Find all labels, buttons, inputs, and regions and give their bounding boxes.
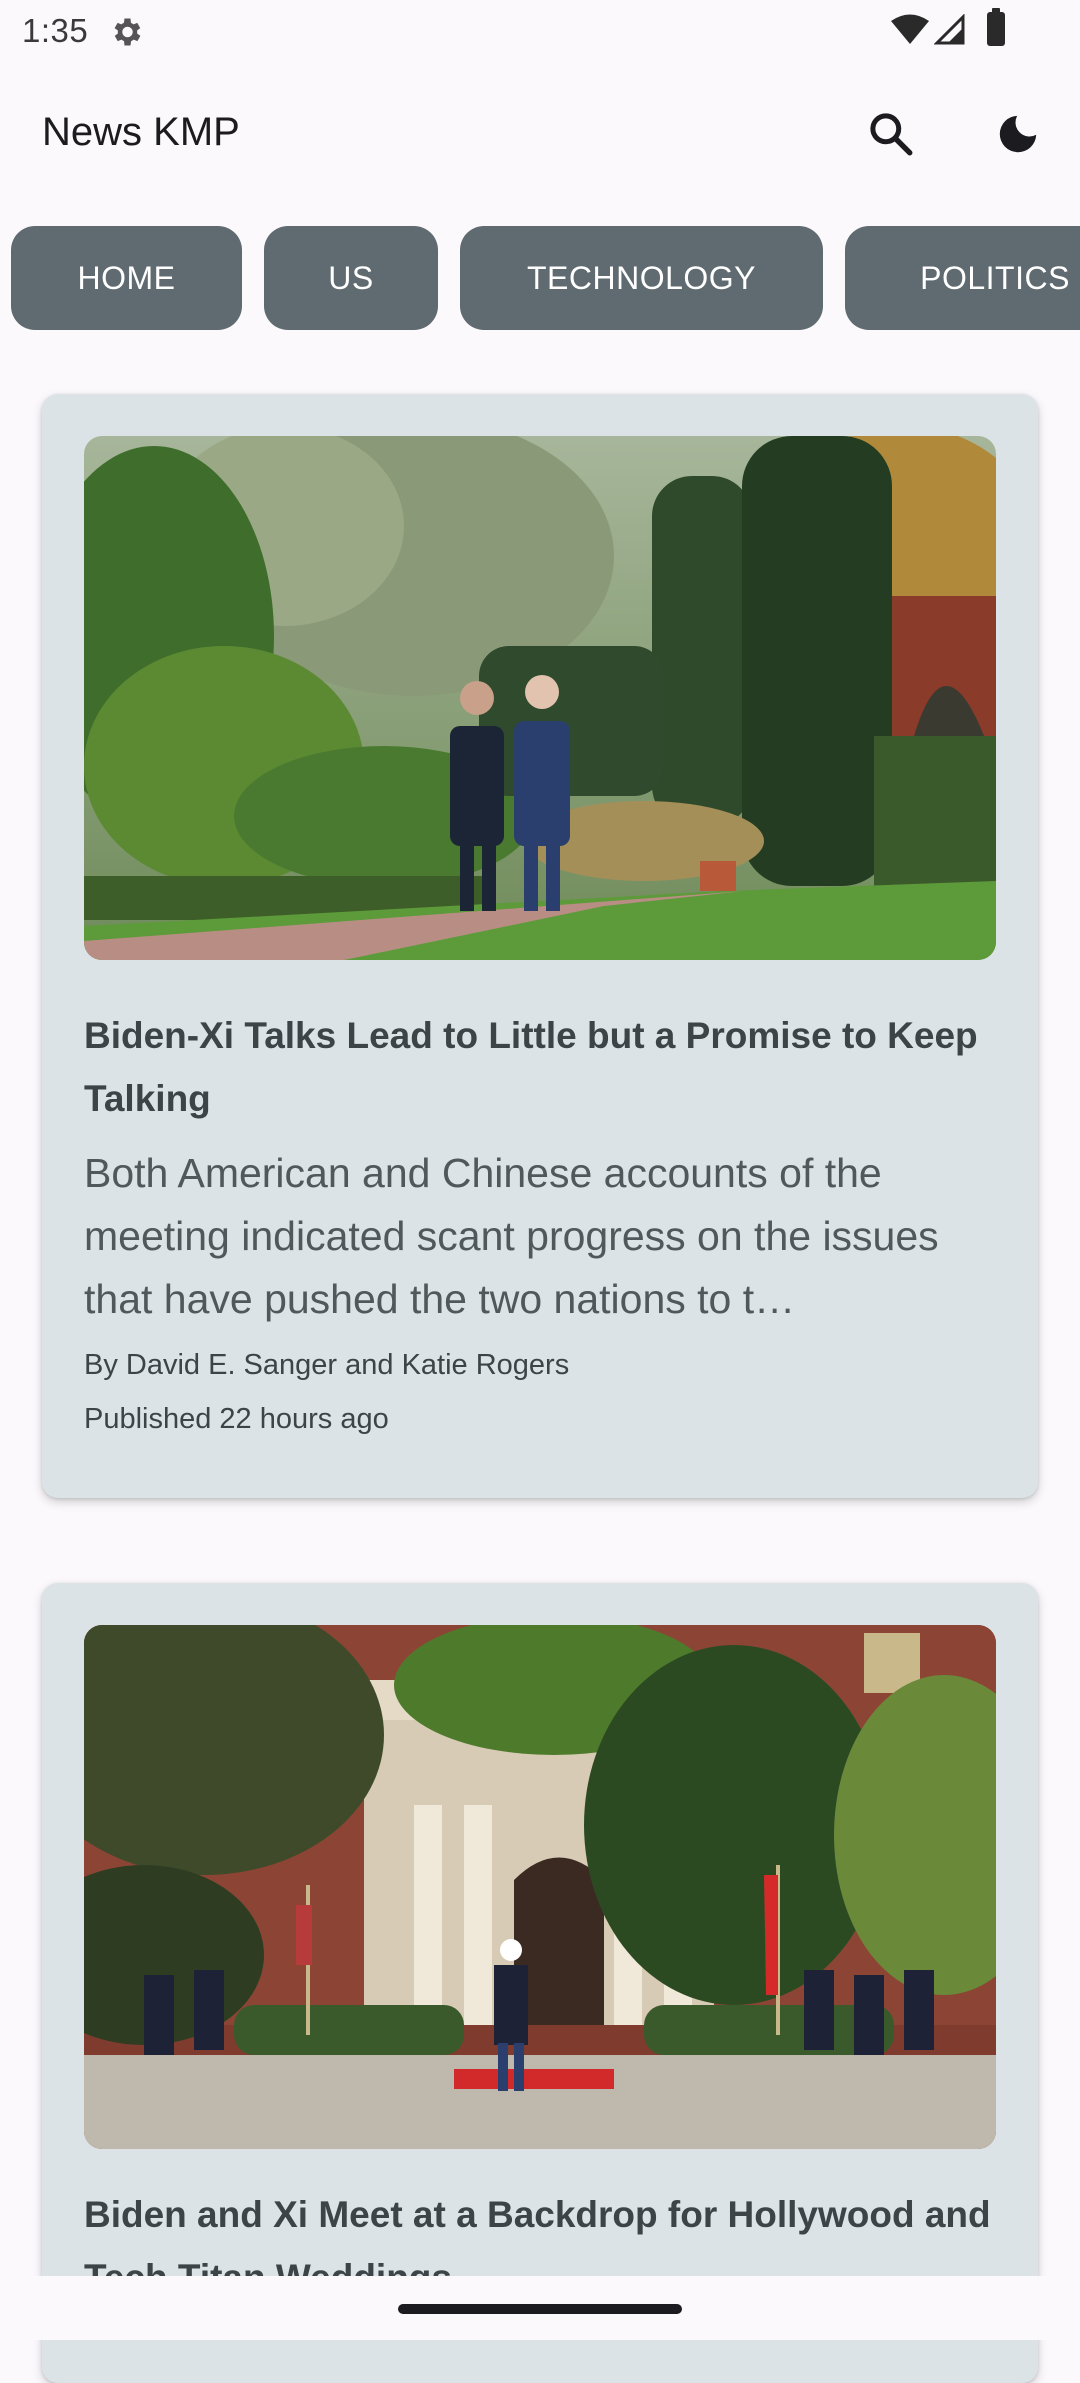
system-navigation-bar xyxy=(0,2276,1080,2340)
article-image xyxy=(84,436,996,960)
status-time: 1:35 xyxy=(22,12,89,49)
search-button[interactable] xyxy=(855,98,927,170)
tab-us[interactable]: US xyxy=(264,226,438,330)
tab-politics[interactable]: POLITICS xyxy=(845,226,1080,330)
home-indicator[interactable] xyxy=(398,2304,682,2314)
top-app-bar: News KMP xyxy=(0,66,1080,206)
article-summary: Both American and Chinese accounts of th… xyxy=(84,1150,939,1322)
category-tabs: HOME US TECHNOLOGY POLITICS xyxy=(0,226,1080,330)
settings-gear-icon xyxy=(114,18,141,46)
article-byline: By David E. Sanger and Katie Rogers xyxy=(84,1349,570,1381)
article-headline: Biden-Xi Talks Lead to Little but a Prom… xyxy=(84,1015,978,1119)
tab-home[interactable]: HOME xyxy=(11,226,242,330)
article-card[interactable]: Biden-Xi Talks Lead to Little but a Prom… xyxy=(42,394,1038,1498)
theme-toggle-button[interactable] xyxy=(982,98,1054,170)
tab-label: HOME xyxy=(77,259,176,296)
battery-icon xyxy=(987,8,1005,46)
search-icon xyxy=(870,113,913,156)
tab-label: US xyxy=(328,259,374,296)
cell-signal-icon xyxy=(934,14,965,45)
wifi-icon xyxy=(891,14,929,44)
article-published-time: Published 22 hours ago xyxy=(84,1403,389,1435)
article-image xyxy=(84,1625,996,2149)
article-card[interactable]: Biden and Xi Meet at a Backdrop for Holl… xyxy=(42,1583,1038,2383)
tab-technology[interactable]: TECHNOLOGY xyxy=(460,226,823,330)
app-title: News KMP xyxy=(42,110,240,154)
status-bar: 1:35 xyxy=(0,0,1080,66)
moon-icon xyxy=(999,115,1037,153)
tab-label: TECHNOLOGY xyxy=(526,259,757,296)
tab-label: POLITICS xyxy=(920,259,1070,296)
